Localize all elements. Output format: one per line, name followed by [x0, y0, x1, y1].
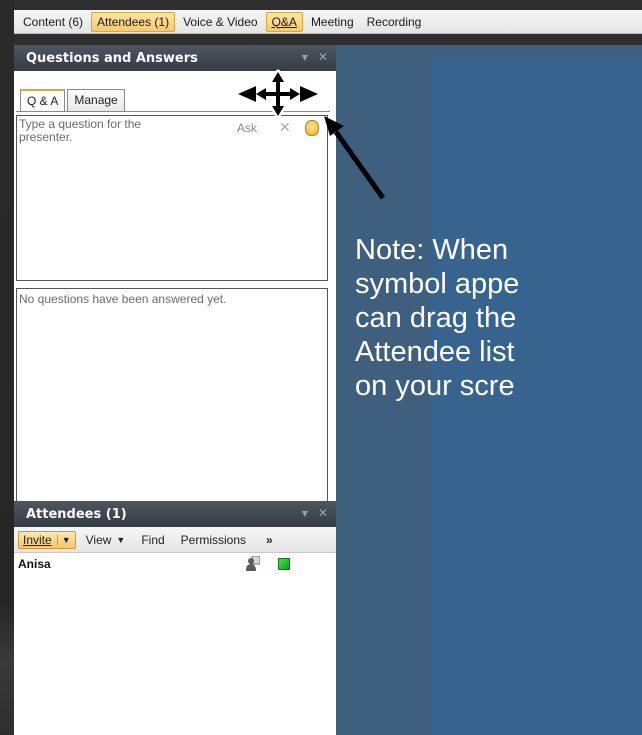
chevron-down-icon[interactable]: ▾	[302, 50, 308, 64]
attendee-row[interactable]: Anisa	[14, 553, 336, 575]
person-icon	[246, 556, 260, 571]
tab-meeting[interactable]: Meeting	[306, 13, 359, 31]
question-placeholder: Type a question for the presenter.	[19, 117, 142, 144]
tab-qa-questions[interactable]: Q & A	[20, 89, 66, 111]
close-icon[interactable]: ✕	[318, 506, 328, 520]
left-window-edge	[0, 0, 14, 735]
close-icon[interactable]: ✕	[318, 50, 328, 64]
clear-x-icon[interactable]: ✕	[279, 119, 291, 136]
tab-manage[interactable]: Manage	[67, 89, 125, 111]
more-options-button[interactable]: »	[266, 533, 273, 547]
attendees-toolbar: Invite ▼ View ▼ Find Permissions »	[14, 527, 336, 553]
find-button[interactable]: Find	[141, 533, 164, 547]
attendees-panel: Attendees (1) ▾ ✕ Invite ▼ View ▼ Find P…	[14, 501, 336, 735]
tab-attendees[interactable]: Attendees (1)	[91, 11, 176, 32]
top-tab-bar: Content (6) Attendees (1) Voice & Video …	[14, 10, 642, 34]
attendee-name: Anisa	[18, 557, 51, 571]
qa-subtabs: Q & A Manage	[20, 89, 127, 111]
sidebar-panels: Questions and Answers ▾ ✕ Q & A Manage T…	[14, 45, 336, 735]
tab-qa[interactable]: Q&A	[265, 11, 303, 32]
tab-recording[interactable]: Recording	[362, 13, 427, 31]
chevron-down-icon: ▼	[116, 534, 126, 545]
note-line: Attendee list	[355, 336, 515, 368]
permissions-button[interactable]: Permissions	[181, 533, 246, 547]
tab-voice-video[interactable]: Voice & Video	[178, 13, 263, 31]
raise-hand-icon[interactable]	[305, 120, 319, 136]
chevron-down-icon[interactable]: ▼	[56, 534, 71, 545]
view-menu[interactable]: View ▼	[86, 533, 126, 547]
qa-panel-body: Q & A Manage Type a question for the pre…	[14, 71, 336, 523]
note-line: symbol appe	[355, 268, 520, 300]
attendees-panel-title: Attendees (1)	[26, 506, 127, 522]
note-line: Note: When	[355, 234, 509, 266]
chevron-down-icon[interactable]: ▾	[302, 506, 308, 520]
tab-content[interactable]: Content (6)	[18, 13, 88, 31]
answers-empty-message: No questions have been answered yet.	[19, 292, 227, 306]
note-line: on your scre	[355, 370, 515, 402]
note-text: Note: When symbol appe can drag the Atte…	[355, 233, 642, 473]
question-input[interactable]: Type a question for the presenter. Ask ✕	[16, 115, 328, 281]
qa-panel-header[interactable]: Questions and Answers ▾ ✕	[14, 45, 336, 71]
answers-list[interactable]: No questions have been answered yet.	[16, 288, 328, 512]
note-line: can drag the	[355, 302, 517, 334]
tab-divider	[16, 111, 330, 112]
invite-button[interactable]: Invite ▼	[18, 530, 76, 549]
qa-panel-title: Questions and Answers	[26, 50, 198, 66]
status-square-icon	[278, 558, 290, 570]
attendees-panel-header[interactable]: Attendees (1) ▾ ✕	[14, 501, 336, 527]
ask-button[interactable]: Ask	[237, 121, 257, 135]
